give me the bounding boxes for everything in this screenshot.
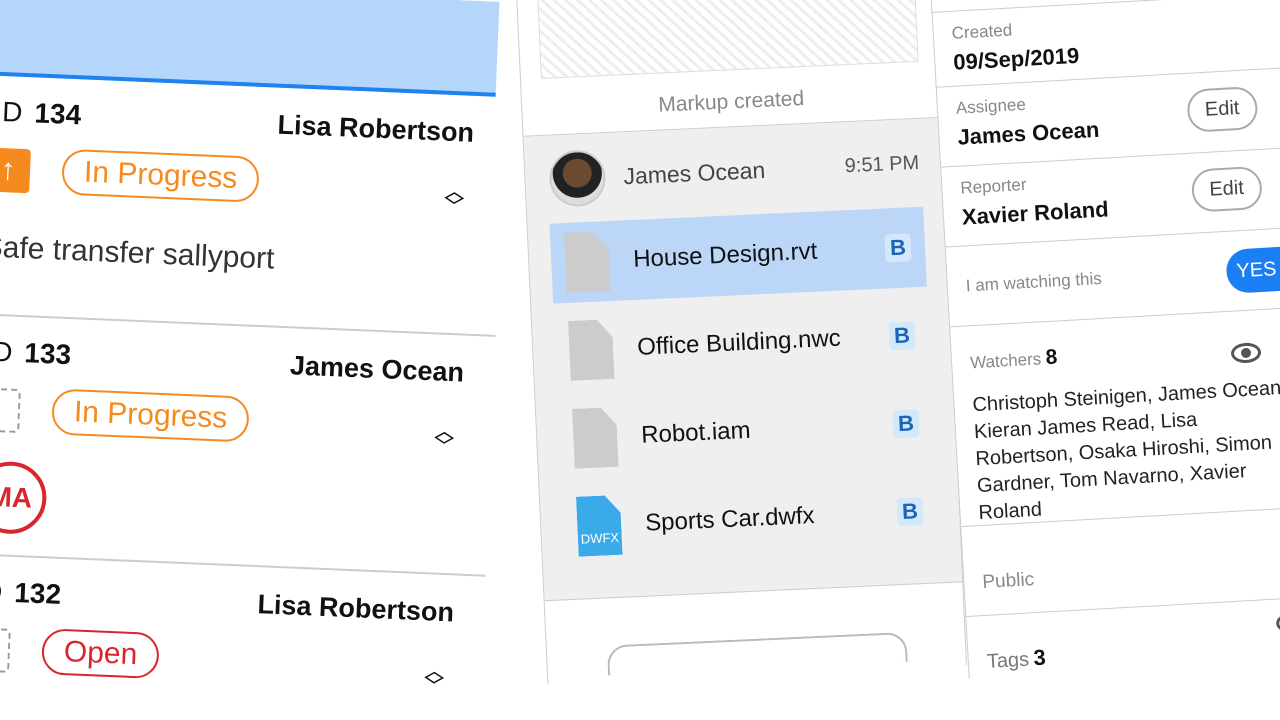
file-item[interactable]: Office Building.nwc B <box>554 295 931 392</box>
timestamp: 9:51 PM <box>844 151 920 177</box>
file-icon <box>572 407 619 469</box>
bim-badge-icon: B <box>888 321 916 351</box>
issue-row[interactable]: ID 132 Lisa Robertson Open <box>0 554 485 701</box>
watchers-label: Watchers <box>969 349 1042 373</box>
avatar <box>548 149 607 208</box>
issue-list: ID 134 Lisa Robertson ↑ In Progress Safe … <box>0 0 520 702</box>
bim-badge-icon: B <box>884 233 912 263</box>
issue-id: ID 134 <box>0 95 82 131</box>
avatar: MA <box>0 460 48 536</box>
issue-id: ID 132 <box>0 575 62 610</box>
file-item[interactable]: DWFX Sports Car.dwfx B <box>562 470 939 567</box>
file-item[interactable]: Robot.iam B <box>558 383 935 480</box>
bim-badge-icon: B <box>892 409 920 439</box>
issue-row[interactable]: ID 133 James Ocean In Progress MA <box>0 314 496 577</box>
diamond-icon <box>434 431 455 444</box>
comment-author: James Ocean 9:51 PM <box>524 126 945 217</box>
issue-id: ID 133 <box>0 335 72 371</box>
priority-none-icon <box>0 387 21 434</box>
dwfx-file-icon: DWFX <box>576 495 623 557</box>
priority-up-icon: ↑ <box>0 147 31 194</box>
public-label: Public <box>981 569 1035 593</box>
attachment-list: James Ocean 9:51 PM House Design.rvt B Of… <box>523 117 963 602</box>
file-item[interactable]: House Design.rvt B <box>549 206 927 304</box>
watching-toggle[interactable]: YES <box>1225 243 1280 294</box>
file-icon <box>564 231 611 293</box>
issue-owner: James Ocean <box>289 350 465 388</box>
watchers-count: 8 <box>1044 345 1058 370</box>
status-badge: In Progress <box>51 388 251 443</box>
file-name: Office Building.nwc <box>636 324 842 361</box>
issue-owner: Lisa Robertson <box>256 589 455 628</box>
edit-reporter-button[interactable]: Edit <box>1190 165 1264 213</box>
issue-description: Safe transfer sallyport <box>0 230 276 276</box>
file-icon <box>568 319 615 381</box>
diamond-icon <box>424 671 445 684</box>
file-name: House Design.rvt <box>632 237 818 273</box>
priority-none-icon <box>0 627 11 673</box>
issue-details: Created 09/Sep/2019 Assignee James Ocean… <box>930 0 1280 679</box>
tags-label: Tags <box>986 648 1030 673</box>
bim-badge-icon: B <box>896 497 924 527</box>
status-badge: In Progress <box>61 148 261 203</box>
markup-panel: Markup created James Ocean 9:51 PM House… <box>515 0 968 685</box>
file-name: Sports Car.dwfx <box>644 501 816 537</box>
tags-count: 3 <box>1032 644 1047 671</box>
file-name: Robot.iam <box>640 416 752 449</box>
issue-owner: Lisa Robertson <box>277 109 475 148</box>
eye-icon[interactable] <box>1275 612 1280 634</box>
status-badge: Open <box>40 628 161 680</box>
edit-assignee-button[interactable]: Edit <box>1185 85 1259 133</box>
author-name: James Ocean <box>622 156 766 189</box>
watchers-row: Watchers 8 Edit Christoph Steinigen, Jam… <box>950 306 1280 528</box>
diamond-icon <box>444 192 465 204</box>
eye-icon[interactable] <box>1230 342 1262 364</box>
watchers-list: Christoph Steinigen, James Ocean, Kieran… <box>971 376 1280 525</box>
issue-row[interactable]: ID 134 Lisa Robertson ↑ In Progress Safe … <box>0 74 506 337</box>
comment-input[interactable] <box>606 631 908 676</box>
